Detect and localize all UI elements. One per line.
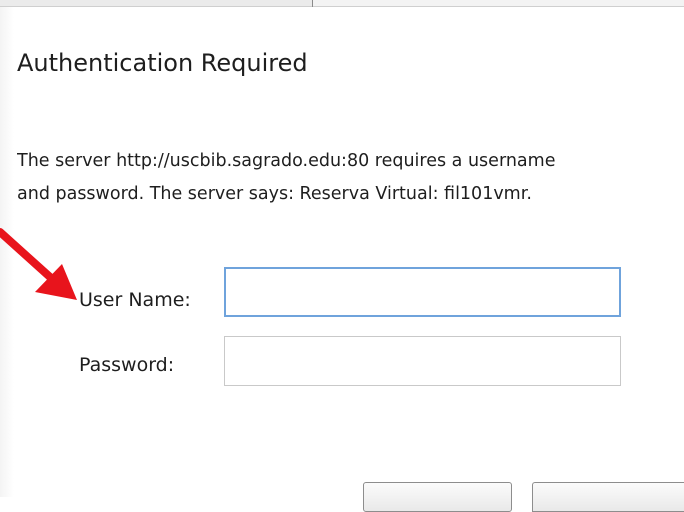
window-top-divider xyxy=(312,0,313,7)
username-label: User Name: xyxy=(79,289,191,311)
dialog-message-line-2: and password. The server says: Reserva V… xyxy=(17,184,532,204)
dialog-message: The server http://uscbib.sagrado.edu:80 … xyxy=(17,145,684,211)
cancel-button[interactable] xyxy=(532,482,684,512)
dialog-title: Authentication Required xyxy=(17,49,308,77)
password-label: Password: xyxy=(79,354,175,376)
red-arrow-icon xyxy=(0,228,77,300)
username-input[interactable] xyxy=(224,267,621,317)
window-top-strip-right xyxy=(313,0,684,6)
password-input[interactable] xyxy=(224,336,621,386)
auth-dialog: Authentication Required The server http:… xyxy=(0,7,684,497)
dialog-message-line-1: The server http://uscbib.sagrado.edu:80 … xyxy=(17,151,556,171)
ok-button[interactable] xyxy=(363,482,512,512)
